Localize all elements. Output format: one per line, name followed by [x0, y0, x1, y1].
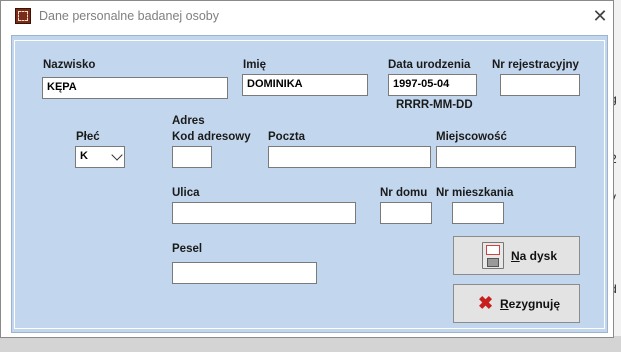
cancel-x-icon: ✖ — [478, 293, 494, 313]
plec-select[interactable]: K — [75, 146, 125, 168]
imie-field[interactable]: DOMINIKA — [242, 74, 368, 96]
floppy-disk-icon — [482, 242, 504, 269]
close-icon[interactable]: ✕ — [589, 5, 611, 27]
background-window-bottom — [0, 336, 621, 352]
data-urodzenia-field[interactable]: 1997-05-04 — [388, 74, 477, 96]
window-title: Dane personalne badanej osoby — [39, 9, 219, 23]
miejscowosc-label: Miejscowość — [436, 131, 507, 143]
nazwisko-field[interactable]: KĘPA — [42, 77, 228, 99]
plec-label: Płeć — [76, 131, 100, 143]
personal-data-dialog: Dane personalne badanej osoby ✕ Nazwisko… — [0, 0, 614, 338]
pesel-label: Pesel — [172, 243, 203, 255]
poczta-field[interactable] — [268, 146, 431, 168]
nr-domu-label: Nr domu — [380, 187, 428, 199]
app-icon — [15, 8, 31, 24]
ulica-field[interactable] — [172, 202, 356, 224]
nr-mieszkania-field[interactable] — [452, 202, 504, 224]
form-panel: Nazwisko KĘPA Imię DOMINIKA Data urodzen… — [11, 35, 608, 333]
nazwisko-label: Nazwisko — [43, 59, 96, 71]
nr-rejestracyjny-field[interactable] — [500, 74, 580, 96]
save-to-disk-label: Na dysk — [511, 249, 558, 263]
pesel-field[interactable] — [172, 262, 317, 284]
nr-rejestracyjny-label: Nr rejestracyjny — [492, 59, 579, 71]
nr-mieszkania-label: Nr mieszkania — [436, 187, 514, 199]
kod-adresowy-field[interactable] — [172, 146, 212, 168]
nr-domu-field[interactable] — [380, 202, 432, 224]
chevron-down-icon — [111, 149, 123, 161]
cancel-button[interactable]: ✖ Rezygnuję — [453, 284, 580, 323]
data-urodzenia-label: Data urodzenia — [388, 59, 471, 71]
title-bar[interactable]: Dane personalne badanej osoby ✕ — [1, 1, 613, 31]
plec-select-value: K — [80, 150, 88, 162]
miejscowosc-field[interactable] — [436, 146, 576, 168]
poczta-label: Poczta — [268, 131, 306, 143]
cancel-label: Rezygnuję — [500, 297, 561, 311]
ulica-label: Ulica — [172, 187, 200, 199]
imie-label: Imię — [243, 59, 267, 71]
save-to-disk-button[interactable]: Na dysk — [453, 236, 580, 275]
kod-adresowy-label: Kod adresowy — [172, 131, 251, 143]
adres-label: Adres — [172, 115, 205, 127]
date-format-hint: RRRR-MM-DD — [396, 99, 473, 111]
